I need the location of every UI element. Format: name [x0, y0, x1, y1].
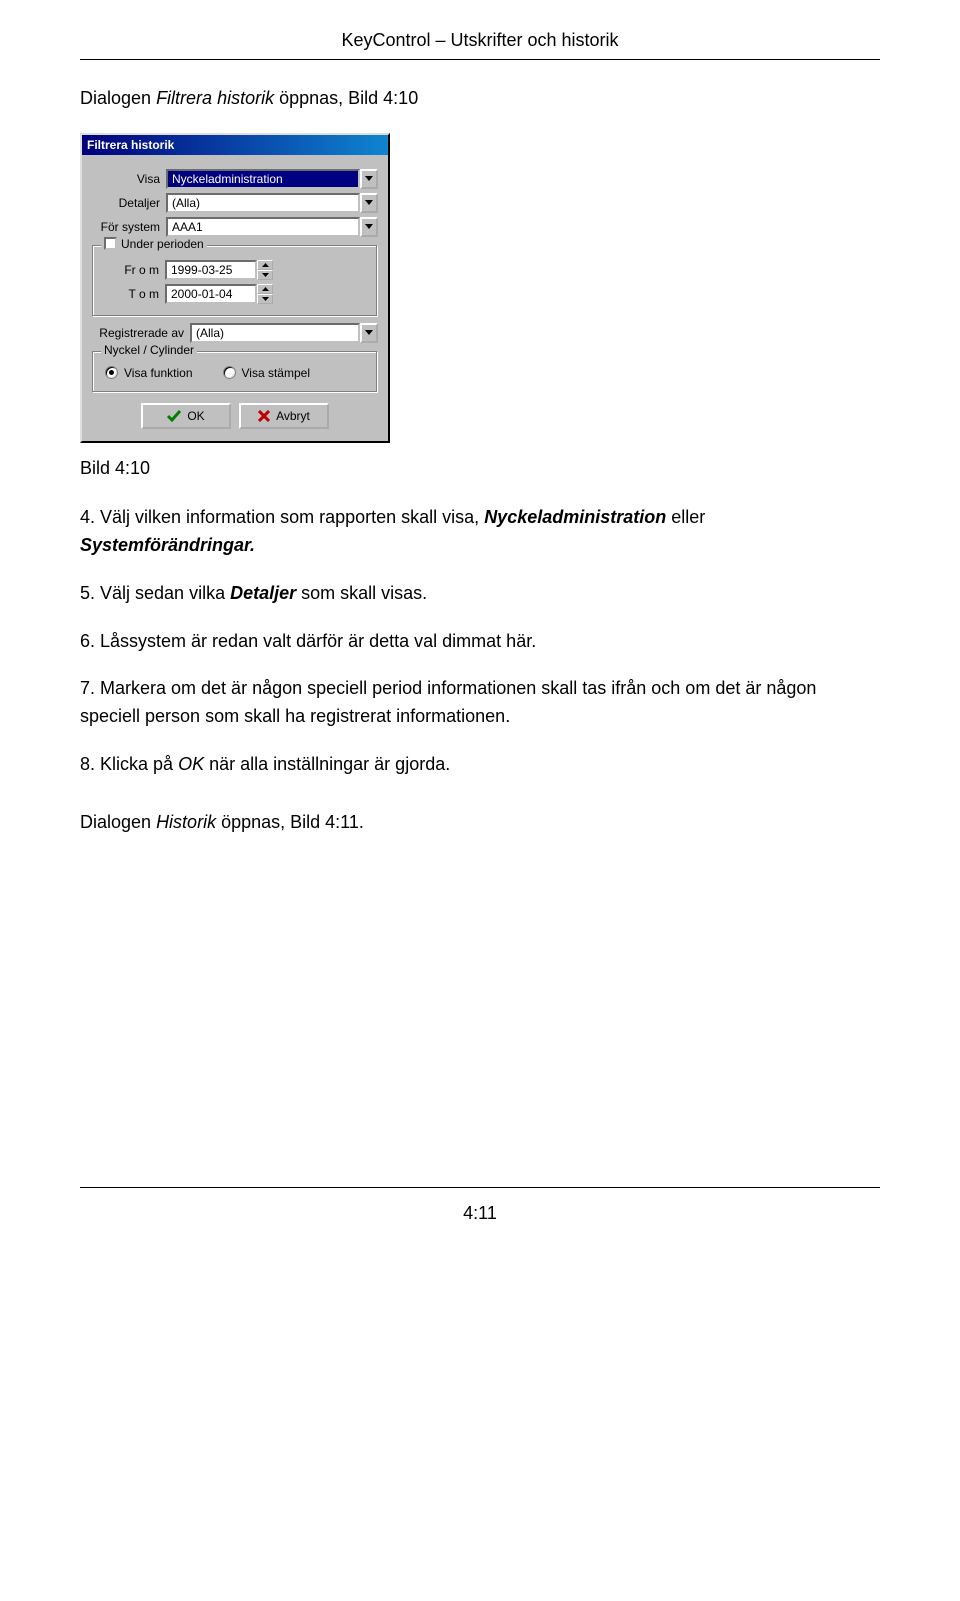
chevron-up-icon — [262, 287, 269, 291]
step5-pre: 5. Välj sedan vilka — [80, 583, 230, 603]
step-5: 5. Välj sedan vilka Detaljer som skall v… — [80, 580, 880, 608]
combo-registrerade[interactable]: (Alla) — [190, 323, 378, 343]
combo-registrerade-dropdown-button[interactable] — [360, 323, 378, 343]
ok-button[interactable]: OK — [141, 403, 231, 429]
dialog-body: Visa Nyckeladministration Detaljer (Alla… — [82, 155, 388, 441]
footer-divider — [80, 1187, 880, 1188]
step8-post: när alla inställningar är gjorda. — [204, 754, 450, 774]
outro-pre: Dialogen — [80, 812, 156, 832]
row-visa: Visa Nyckeladministration — [92, 169, 378, 189]
outro-paragraph: Dialogen Historik öppnas, Bild 4:11. — [80, 809, 880, 837]
step5-post: som skall visas. — [296, 583, 427, 603]
spinner-to-up[interactable] — [257, 284, 273, 294]
page-number: 4:11 — [80, 1203, 880, 1224]
header-divider — [80, 59, 880, 60]
legend-nyckel-cylinder: Nyckel / Cylinder — [101, 343, 197, 357]
outro-em: Historik — [156, 812, 216, 832]
figure-caption: Bild 4:10 — [80, 458, 880, 479]
close-icon — [258, 410, 270, 422]
combo-for-system-value: AAA1 — [166, 217, 360, 237]
step4-pre: 4. Välj vilken information som rapporten… — [80, 507, 484, 527]
group-nyckel-cylinder: Nyckel / Cylinder Visa funktion Visa stä… — [92, 351, 378, 393]
step4-em1: Nyckeladministration — [484, 507, 666, 527]
filter-dialog: Filtrera historik Visa Nyckeladministrat… — [80, 133, 390, 443]
intro-dialog-name: Filtrera historik — [156, 88, 274, 108]
combo-for-system[interactable]: AAA1 — [166, 217, 378, 237]
step5-em: Detaljer — [230, 583, 296, 603]
checkbox-under-perioden[interactable] — [104, 237, 117, 250]
chevron-down-icon — [262, 273, 269, 277]
chevron-up-icon — [262, 263, 269, 267]
group-under-perioden: Under perioden Fr o m 1999-03-25 T o m — [92, 245, 378, 317]
step4-em2: Systemförändringar. — [80, 535, 255, 555]
radio-dot-funktion — [105, 366, 118, 379]
legend-text-nyckel: Nyckel / Cylinder — [104, 343, 194, 357]
chevron-down-icon — [365, 200, 373, 206]
label-visa: Visa — [92, 172, 166, 186]
legend-under-perioden: Under perioden — [101, 237, 207, 251]
chevron-down-icon — [365, 330, 373, 336]
radio-label-funktion: Visa funktion — [124, 366, 193, 380]
radio-visa-stampel[interactable]: Visa stämpel — [223, 366, 310, 380]
chevron-down-icon — [365, 224, 373, 230]
intro-prefix: Dialogen — [80, 88, 156, 108]
radio-row: Visa funktion Visa stämpel — [101, 362, 369, 384]
row-for-system: För system AAA1 — [92, 217, 378, 237]
spinner-from — [257, 260, 273, 280]
radio-visa-funktion[interactable]: Visa funktion — [105, 366, 193, 380]
date-to-wrap: 2000-01-04 — [165, 284, 273, 304]
step-8: 8. Klicka på OK när alla inställningar ä… — [80, 751, 880, 779]
radio-label-stampel: Visa stämpel — [242, 366, 310, 380]
spinner-to-down[interactable] — [257, 294, 273, 304]
step-6: 6. Låssystem är redan valt därför är det… — [80, 628, 880, 656]
spinner-to — [257, 284, 273, 304]
combo-detaljer-dropdown-button[interactable] — [360, 193, 378, 213]
spinner-from-down[interactable] — [257, 270, 273, 280]
combo-detaljer[interactable]: (Alla) — [166, 193, 378, 213]
step4-mid: eller — [666, 507, 705, 527]
step-4: 4. Välj vilken information som rapporten… — [80, 504, 880, 560]
ok-button-label: OK — [187, 409, 204, 423]
label-detaljer: Detaljer — [92, 196, 166, 210]
chevron-down-icon — [365, 176, 373, 182]
label-to: T o m — [101, 287, 165, 301]
radio-dot-stampel — [223, 366, 236, 379]
check-icon — [167, 410, 181, 422]
chevron-down-icon — [262, 297, 269, 301]
cancel-button-label: Avbryt — [276, 409, 310, 423]
combo-visa-value: Nyckeladministration — [166, 169, 360, 189]
combo-visa-dropdown-button[interactable] — [360, 169, 378, 189]
label-for-system: För system — [92, 220, 166, 234]
combo-for-system-dropdown-button[interactable] — [360, 217, 378, 237]
spinner-from-up[interactable] — [257, 260, 273, 270]
step8-em: OK — [178, 754, 204, 774]
combo-detaljer-value: (Alla) — [166, 193, 360, 213]
intro-suffix: öppnas, Bild 4:10 — [274, 88, 418, 108]
combo-visa[interactable]: Nyckeladministration — [166, 169, 378, 189]
date-from-wrap: 1999-03-25 — [165, 260, 273, 280]
dialog-titlebar: Filtrera historik — [82, 135, 388, 155]
page-header: KeyControl – Utskrifter och historik — [80, 30, 880, 51]
intro-paragraph: Dialogen Filtrera historik öppnas, Bild … — [80, 85, 880, 113]
row-registrerade: Registrerade av (Alla) — [92, 323, 378, 343]
row-detaljer: Detaljer (Alla) — [92, 193, 378, 213]
button-row: OK Avbryt — [92, 403, 378, 429]
row-to: T o m 2000-01-04 — [101, 284, 369, 304]
step8-pre: 8. Klicka på — [80, 754, 178, 774]
label-registrerade: Registrerade av — [92, 326, 190, 340]
input-from-date[interactable]: 1999-03-25 — [165, 260, 257, 280]
input-to-date[interactable]: 2000-01-04 — [165, 284, 257, 304]
step-7: 7. Markera om det är någon speciell peri… — [80, 675, 880, 731]
label-from: Fr o m — [101, 263, 165, 277]
row-from: Fr o m 1999-03-25 — [101, 260, 369, 280]
outro-post: öppnas, Bild 4:11. — [216, 812, 364, 832]
cancel-button[interactable]: Avbryt — [239, 403, 329, 429]
combo-registrerade-value: (Alla) — [190, 323, 360, 343]
legend-text-under-perioden: Under perioden — [121, 237, 204, 251]
